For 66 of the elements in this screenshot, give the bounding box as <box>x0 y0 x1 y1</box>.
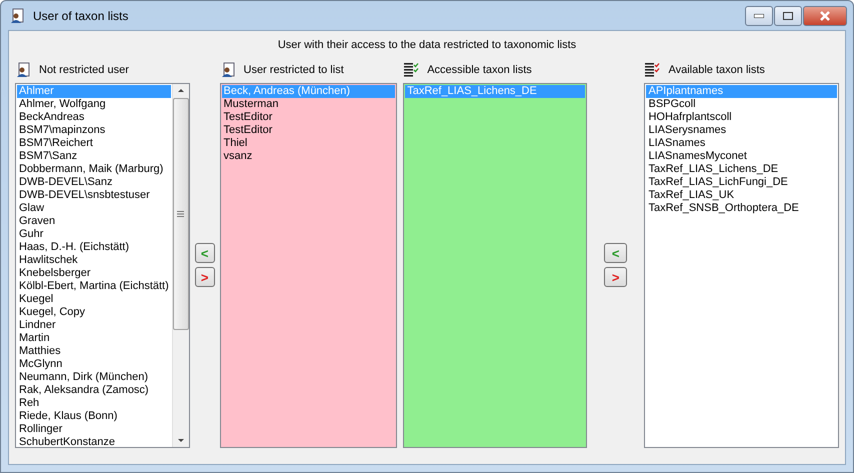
maximize-button[interactable] <box>774 6 802 26</box>
user-icon <box>220 62 236 78</box>
list-item[interactable]: BSM7\mapinzons <box>17 124 171 137</box>
list-item[interactable]: SchubertKonstanze <box>17 436 171 449</box>
list-item[interactable]: Rak, Aleksandra (Zamosc) <box>17 384 171 397</box>
description-text: User with their access to the data restricted to taxonomic lists <box>276 38 578 53</box>
checklist-icon <box>644 62 660 78</box>
list-heading: Not restricted user <box>39 64 129 76</box>
grip-icon <box>177 211 184 217</box>
list-item[interactable]: McGlynn <box>17 358 171 371</box>
list-item[interactable]: Matthies <box>17 345 171 358</box>
list-item[interactable]: Riede, Klaus (Bonn) <box>17 410 171 423</box>
list-item[interactable]: TaxRef_LIAS_LichFungi_DE <box>646 176 837 189</box>
list-item[interactable]: Musterman <box>222 98 396 111</box>
list-box[interactable]: Beck, Andreas (München) Musterman TestEditor TestEditor Thiel vsanz <box>220 83 398 448</box>
list-item[interactable]: BSM7\Sanz <box>17 150 171 163</box>
list-item[interactable]: TaxRef_LIAS_Lichens_DE <box>646 163 837 176</box>
list-item[interactable]: TaxRef_SNSB_Orthoptera_DE <box>646 202 837 215</box>
list-item[interactable]: Kuegel, Copy <box>17 306 171 319</box>
list-item[interactable]: DWB-DEVEL\snsbtestuser <box>17 189 171 202</box>
close-button[interactable] <box>803 6 847 26</box>
list-item[interactable]: Dobbermann, Maik (Marburg) <box>17 163 171 176</box>
move-button[interactable]: > <box>604 267 628 287</box>
list-item[interactable]: Lindner <box>17 319 171 332</box>
list-item[interactable]: Martin <box>17 332 171 345</box>
list-item[interactable]: Thiel <box>222 137 396 150</box>
list-item[interactable]: Graven <box>17 215 171 228</box>
user-icon <box>9 8 25 24</box>
list-item[interactable]: HOHafrplantscoll <box>646 111 837 124</box>
list-item[interactable]: Kölbl-Ebert, Martina (Eichstätt) <box>17 280 171 293</box>
list-item[interactable]: Guhr <box>17 228 171 241</box>
list-item[interactable]: TestEditor <box>222 124 396 137</box>
user-icon <box>15 62 31 78</box>
list-box[interactable] <box>15 83 190 448</box>
minimize-button[interactable] <box>745 6 773 26</box>
list-item[interactable]: LIASerysnames <box>646 124 837 137</box>
list-item[interactable]: Haas, D.-H. (Eichstätt) <box>17 241 171 254</box>
list-box[interactable]: APIplantnames BSPGcoll HOHafrplantscoll LIASerysnames LIASnames LIASnamesMyconet TaxRef_LIAS_Lichens_DE TaxRef_LIAS_LichFungi_DE TaxRef_LIAS_UK TaxRef_SNSB_Orthoptera_DE <box>644 83 839 448</box>
list-item[interactable]: Rollinger <box>17 423 171 436</box>
list-item[interactable]: DWB-DEVEL\Sanz <box>17 176 171 189</box>
list-item[interactable]: LIASnamesMyconet <box>646 150 837 163</box>
list-item[interactable]: BSM7\Reichert <box>17 137 171 150</box>
list-item[interactable]: TaxRef_LIAS_UK <box>646 189 837 202</box>
list-heading: User restricted to list <box>244 64 344 76</box>
list-item[interactable]: LIASnames <box>646 137 837 150</box>
list-item[interactable]: Ahlmer, Wolfgang <box>17 98 171 111</box>
list-item[interactable]: BeckAndreas <box>17 111 171 124</box>
list-item[interactable]: BSPGcoll <box>646 98 837 111</box>
scroll-thumb[interactable] <box>172 98 189 330</box>
list-item[interactable]: Reh <box>17 397 171 410</box>
list-item[interactable]: TestEditor <box>222 111 396 124</box>
minimize-icon <box>754 14 764 18</box>
list-item[interactable]: Glaw <box>17 202 171 215</box>
close-icon <box>820 10 830 20</box>
list-item[interactable]: Neumann, Dirk (München) <box>17 371 171 384</box>
maximize-icon <box>783 12 793 20</box>
list-item[interactable]: Knebelsberger <box>17 267 171 280</box>
list-item[interactable]: Kuegel <box>17 293 171 306</box>
list-heading: Accessible taxon lists <box>427 64 532 76</box>
list-item[interactable]: vsanz <box>222 150 396 163</box>
list-heading: Available taxon lists <box>668 64 765 76</box>
move-button[interactable]: > <box>194 267 214 287</box>
checklist-icon <box>403 62 420 78</box>
window-title: User of taxon lists <box>33 8 130 22</box>
scrollbar[interactable] <box>172 84 189 447</box>
list-item[interactable]: Hawlitschek <box>17 254 171 267</box>
